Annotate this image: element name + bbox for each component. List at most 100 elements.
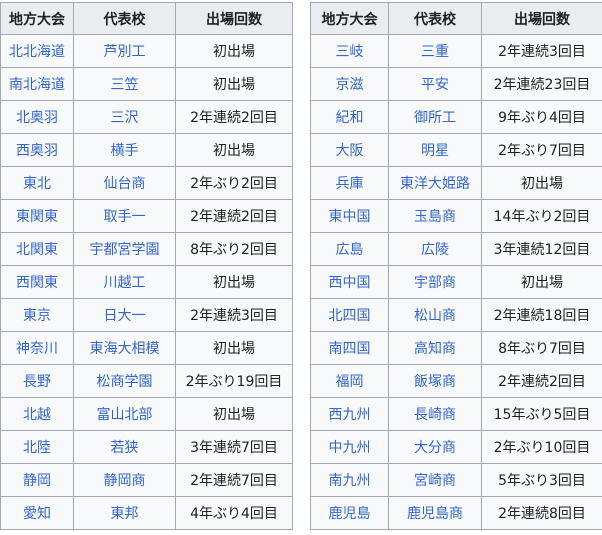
school-link[interactable]: 平安 xyxy=(388,67,482,101)
school-link[interactable]: 松商学園 xyxy=(73,364,176,398)
school-link[interactable]: 三笠 xyxy=(73,67,176,101)
region-link[interactable]: 鹿児島 xyxy=(310,496,389,530)
school-link[interactable]: 明星 xyxy=(388,133,482,167)
page: 地方大会 代表校 出場回数 北北海道 芦別工 初出場 南北海道 三笠 初出場 北奥羽 三沢 2年… xyxy=(0,0,602,535)
school-link[interactable]: 鹿児島商 xyxy=(388,496,482,530)
region-link[interactable]: 西奥羽 xyxy=(0,133,74,167)
region-link[interactable]: 愛知 xyxy=(0,496,74,530)
table-row: 大阪 明星 2年ぶり7回目 xyxy=(310,133,602,167)
table-row: 鹿児島 鹿児島商 2年連続8回目 xyxy=(310,496,602,530)
region-link[interactable]: 福岡 xyxy=(310,364,389,398)
school-link[interactable]: 三重 xyxy=(388,34,482,68)
appearance-count: 2年連続2回目 xyxy=(175,199,293,233)
school-link[interactable]: 仙台商 xyxy=(73,166,176,200)
region-link[interactable]: 北越 xyxy=(0,397,74,431)
school-link[interactable]: 宮崎商 xyxy=(388,463,482,497)
table-row: 南四国 高知商 8年ぶり7回目 xyxy=(310,331,602,365)
region-link[interactable]: 紀和 xyxy=(310,100,389,134)
appearance-count: 初出場 xyxy=(175,133,293,167)
appearance-count: 2年連続2回目 xyxy=(175,100,293,134)
table-row: 北北海道 芦別工 初出場 xyxy=(0,34,293,68)
school-link[interactable]: 東邦 xyxy=(73,496,176,530)
school-link[interactable]: 宇都宮学園 xyxy=(73,232,176,266)
appearance-count: 2年連続2回目 xyxy=(481,364,602,398)
school-link[interactable]: 高知商 xyxy=(388,331,482,365)
appearance-count: 初出場 xyxy=(481,265,602,299)
school-link[interactable]: 広陵 xyxy=(388,232,482,266)
region-link[interactable]: 三岐 xyxy=(310,34,389,68)
school-link[interactable]: 芦別工 xyxy=(73,34,176,68)
table-row: 京滋 平安 2年連続23回目 xyxy=(310,67,602,101)
table-row: 西九州 長崎商 15年ぶり5回目 xyxy=(310,397,602,431)
appearance-count: 9年ぶり4回目 xyxy=(481,100,602,134)
header-region: 地方大会 xyxy=(0,2,74,35)
school-link[interactable]: 日大一 xyxy=(73,298,176,332)
header-school: 代表校 xyxy=(73,2,176,35)
school-link[interactable]: 東海大相模 xyxy=(73,331,176,365)
table-row: 愛知 東邦 4年ぶり4回目 xyxy=(0,496,293,530)
table-row: 北関東 宇都宮学園 8年ぶり2回目 xyxy=(0,232,293,266)
appearance-count: 14年ぶり2回目 xyxy=(481,199,602,233)
appearance-count: 2年ぶり10回目 xyxy=(481,430,602,464)
region-link[interactable]: 西中国 xyxy=(310,265,389,299)
appearance-count: 初出場 xyxy=(175,331,293,365)
region-link[interactable]: 兵庫 xyxy=(310,166,389,200)
appearance-count: 2年連続7回目 xyxy=(175,463,293,497)
region-link[interactable]: 南四国 xyxy=(310,331,389,365)
region-link[interactable]: 中九州 xyxy=(310,430,389,464)
school-link[interactable]: 大分商 xyxy=(388,430,482,464)
region-link[interactable]: 京滋 xyxy=(310,67,389,101)
header-appearances: 出場回数 xyxy=(175,2,293,35)
region-link[interactable]: 南九州 xyxy=(310,463,389,497)
appearance-count: 8年ぶり2回目 xyxy=(175,232,293,266)
region-link[interactable]: 東北 xyxy=(0,166,74,200)
school-link[interactable]: 川越工 xyxy=(73,265,176,299)
school-link[interactable]: 静岡商 xyxy=(73,463,176,497)
table-row: 静岡 静岡商 2年連続7回目 xyxy=(0,463,293,497)
region-link[interactable]: 南北海道 xyxy=(0,67,74,101)
region-link[interactable]: 西関東 xyxy=(0,265,74,299)
school-link[interactable]: 松山商 xyxy=(388,298,482,332)
table-header-row: 地方大会 代表校 出場回数 xyxy=(310,2,602,35)
region-link[interactable]: 長野 xyxy=(0,364,74,398)
school-link[interactable]: 宇部商 xyxy=(388,265,482,299)
school-link[interactable]: 三沢 xyxy=(73,100,176,134)
region-link[interactable]: 東関東 xyxy=(0,199,74,233)
region-link[interactable]: 北四国 xyxy=(310,298,389,332)
school-link[interactable]: 長崎商 xyxy=(388,397,482,431)
school-link[interactable]: 富山北部 xyxy=(73,397,176,431)
region-link[interactable]: 北北海道 xyxy=(0,34,74,68)
school-link[interactable]: 御所工 xyxy=(388,100,482,134)
header-region: 地方大会 xyxy=(310,2,389,35)
region-link[interactable]: 北陸 xyxy=(0,430,74,464)
region-link[interactable]: 東中国 xyxy=(310,199,389,233)
appearance-count: 5年ぶり3回目 xyxy=(481,463,602,497)
school-link[interactable]: 東洋大姫路 xyxy=(388,166,482,200)
school-link[interactable]: 玉島商 xyxy=(388,199,482,233)
region-link[interactable]: 西九州 xyxy=(310,397,389,431)
region-link[interactable]: 広島 xyxy=(310,232,389,266)
header-school: 代表校 xyxy=(388,2,482,35)
table-row: 東京 日大一 2年連続3回目 xyxy=(0,298,293,332)
region-link[interactable]: 北関東 xyxy=(0,232,74,266)
school-link[interactable]: 若狭 xyxy=(73,430,176,464)
school-link[interactable]: 横手 xyxy=(73,133,176,167)
region-link[interactable]: 北奥羽 xyxy=(0,100,74,134)
appearance-count: 3年連続7回目 xyxy=(175,430,293,464)
table-row: 紀和 御所工 9年ぶり4回目 xyxy=(310,100,602,134)
table-row: 南九州 宮崎商 5年ぶり3回目 xyxy=(310,463,602,497)
region-link[interactable]: 東京 xyxy=(0,298,74,332)
results-table-right: 地方大会 代表校 出場回数 三岐 三重 2年連続3回目 京滋 平安 2年連続23回目 紀和御… xyxy=(310,2,602,530)
region-link[interactable]: 大阪 xyxy=(310,133,389,167)
table-row: 北四国 松山商 2年連続18回目 xyxy=(310,298,602,332)
appearance-count: 2年連続23回目 xyxy=(481,67,602,101)
table-row: 西中国 宇部商 初出場 xyxy=(310,265,602,299)
region-link[interactable]: 神奈川 xyxy=(0,331,74,365)
school-link[interactable]: 飯塚商 xyxy=(388,364,482,398)
school-link[interactable]: 取手一 xyxy=(73,199,176,233)
appearance-count: 初出場 xyxy=(175,265,293,299)
table-row: 長野 松商学園 2年ぶり19回目 xyxy=(0,364,293,398)
region-link[interactable]: 静岡 xyxy=(0,463,74,497)
table-row: 三岐 三重 2年連続3回目 xyxy=(310,34,602,68)
appearance-count: 2年ぶり19回目 xyxy=(175,364,293,398)
